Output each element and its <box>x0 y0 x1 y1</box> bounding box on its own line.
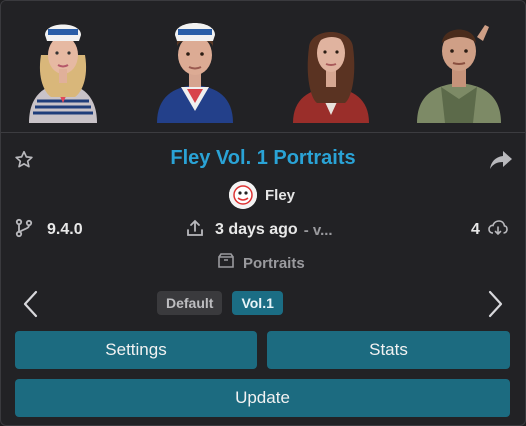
variant-tags: Default Vol.1 <box>157 291 283 315</box>
cloud-download-icon <box>488 219 508 242</box>
box-icon <box>217 252 235 274</box>
chevron-left-icon[interactable] <box>21 289 41 324</box>
portrait-strip <box>1 1 525 127</box>
settings-button[interactable]: Settings <box>15 331 257 369</box>
portrait-2 <box>147 7 243 123</box>
updated-more: - v... <box>303 221 333 239</box>
portrait-1 <box>15 7 111 123</box>
update-button[interactable]: Update <box>15 379 510 417</box>
category: Portraits <box>217 252 305 274</box>
author[interactable]: Fley <box>229 180 295 210</box>
stats-button[interactable]: Stats <box>267 331 510 369</box>
upload-icon <box>185 218 205 243</box>
share-arrow-icon[interactable] <box>489 149 513 176</box>
variant-selected[interactable]: Vol.1 <box>232 291 283 315</box>
git-branch-icon <box>15 218 33 243</box>
chevron-right-icon[interactable] <box>485 289 505 324</box>
mod-card: Fley Vol. 1 Portraits Fley 9.4.0 3 days … <box>0 0 526 426</box>
portrait-3 <box>283 7 379 123</box>
downloads-info: 4 <box>471 219 508 241</box>
mod-title[interactable]: Fley Vol. 1 Portraits <box>1 147 525 170</box>
header-divider <box>1 132 525 133</box>
avatar <box>229 181 257 209</box>
portrait-4 <box>411 7 507 123</box>
updated-info: 3 days ago - v... <box>185 219 333 241</box>
downloads-value: 4 <box>471 221 480 238</box>
updated-value: 3 days ago <box>215 221 298 238</box>
variant-default[interactable]: Default <box>157 291 223 315</box>
version-info: 9.4.0 <box>15 218 83 243</box>
version-value: 9.4.0 <box>47 221 83 238</box>
category-label: Portraits <box>243 254 305 272</box>
author-name[interactable]: Fley <box>265 187 295 204</box>
